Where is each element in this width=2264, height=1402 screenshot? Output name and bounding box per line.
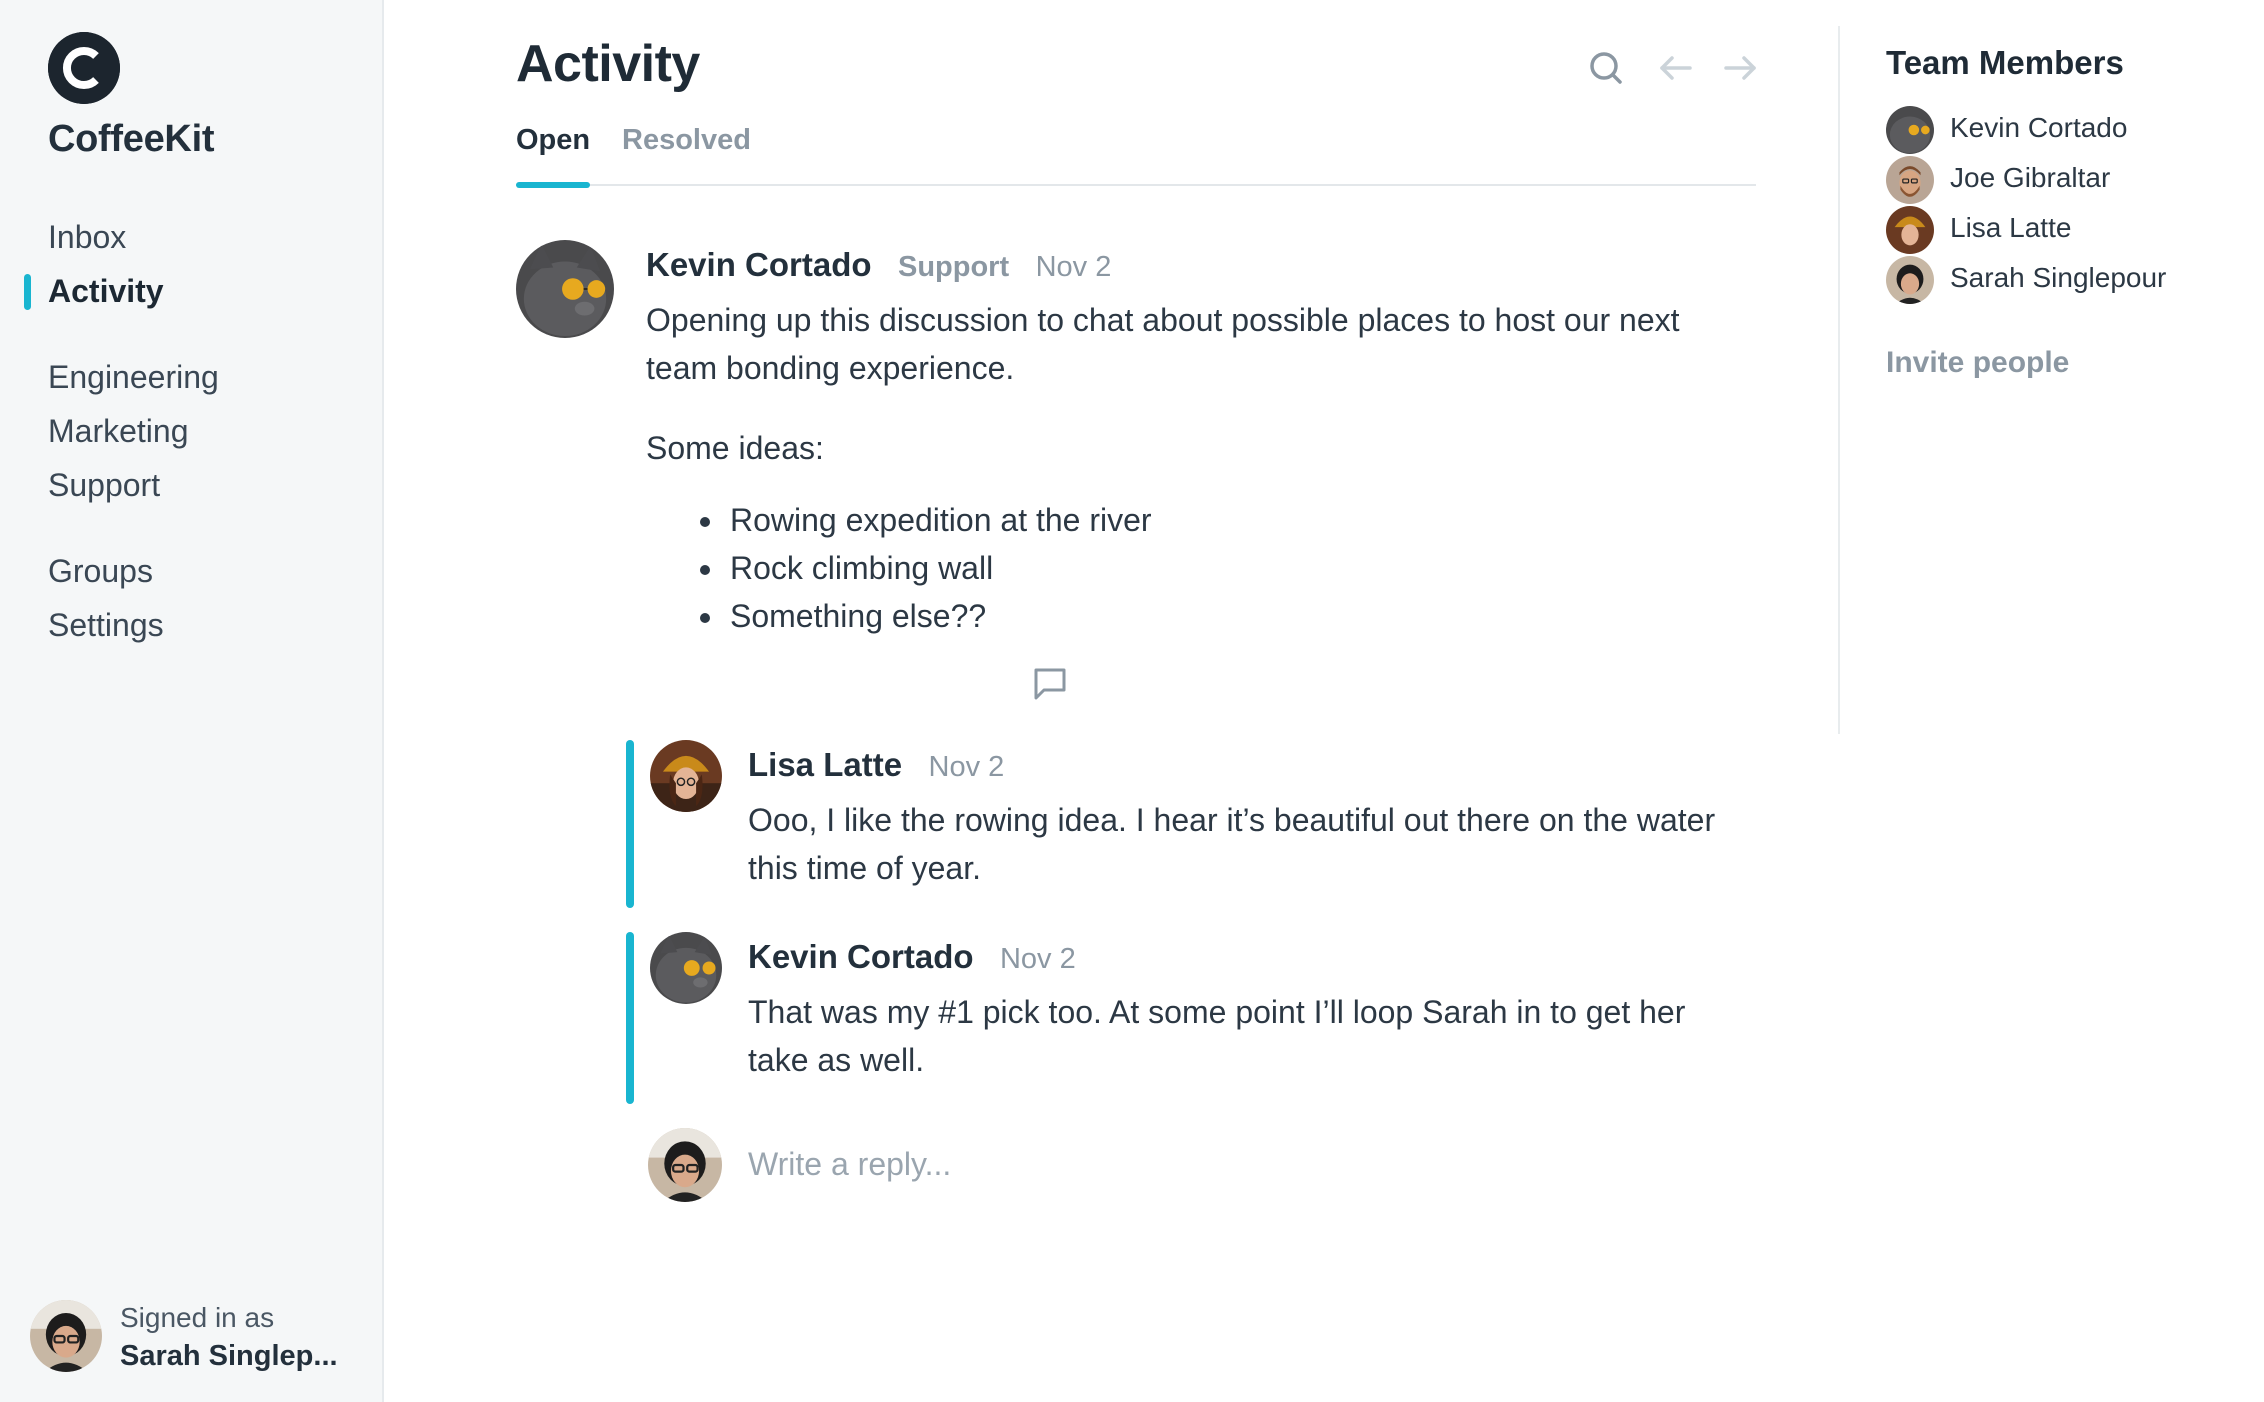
arrow-left-icon[interactable] xyxy=(1654,46,1698,90)
signed-in-name: Sarah Singlep... xyxy=(120,1340,338,1372)
sidebar-item-engineering[interactable]: Engineering xyxy=(0,350,384,404)
member-item[interactable]: Joe Gibraltar xyxy=(1886,154,2256,204)
tab-open[interactable]: Open xyxy=(516,124,591,188)
list-item: Something else?? xyxy=(726,592,1756,640)
reply-input[interactable] xyxy=(748,1138,1648,1190)
sidebar-item-activity[interactable]: Activity xyxy=(0,264,384,318)
brand-name[interactable]: CoffeeKit xyxy=(48,118,214,161)
avatar-sarah xyxy=(1886,256,1934,304)
avatar-joe xyxy=(1886,156,1934,204)
reply-date: Nov 2 xyxy=(999,943,1076,975)
sidebar-item-support[interactable]: Support xyxy=(0,458,384,512)
arrow-right-icon[interactable] xyxy=(1718,46,1762,90)
reply-header: Lisa Latte Nov 2 xyxy=(748,746,1026,784)
signed-in-caption: Signed in as xyxy=(120,1302,275,1333)
panel-divider xyxy=(1838,26,1840,734)
avatar-sarah xyxy=(30,1300,102,1372)
team-members-title: Team Members xyxy=(1886,44,2124,81)
thread-bar xyxy=(626,740,634,908)
avatar-lisa[interactable] xyxy=(650,740,722,812)
sidebar-item-inbox[interactable]: Inbox xyxy=(0,210,384,264)
member-item[interactable]: Lisa Latte xyxy=(1886,204,2256,254)
member-item[interactable]: Sarah Singlepour xyxy=(1886,254,2256,304)
member-name: Sarah Singlepour xyxy=(1950,262,2167,293)
avatar-kevin xyxy=(1886,106,1934,154)
list-item: Rock climbing wall xyxy=(726,544,1756,592)
sidebar-item-groups[interactable]: Groups xyxy=(0,544,384,598)
app-window: CoffeeKit Inbox Activity Engineering Mar… xyxy=(0,0,2264,1402)
post-paragraph: Opening up this discussion to chat about… xyxy=(646,302,1680,386)
post-paragraph: Some ideas: xyxy=(646,430,824,466)
reply-text: That was my #1 pick too. At some point I… xyxy=(748,994,1686,1078)
search-icon[interactable] xyxy=(1584,46,1628,90)
reply-date: Nov 2 xyxy=(928,751,1005,783)
reply-author[interactable]: Kevin Cortado xyxy=(748,938,974,975)
post-body: Opening up this discussion to chat about… xyxy=(646,296,1756,640)
reply-item: Kevin Cortado Nov 2 That was my #1 pick … xyxy=(626,932,1756,1104)
avatar-kevin[interactable] xyxy=(650,932,722,1004)
tab-bar: Open Resolved xyxy=(516,120,1756,188)
member-item[interactable]: Kevin Cortado xyxy=(1886,104,2256,154)
page-title: Activity xyxy=(516,35,700,93)
avatar-kevin[interactable] xyxy=(516,240,614,338)
main-content: Activity Open Resolved Kevin Cortado Sup… xyxy=(384,0,1824,1402)
sidebar-nav-misc: Groups Settings xyxy=(0,544,384,652)
reply-text: Ooo, I like the rowing idea. I hear it’s… xyxy=(748,802,1716,886)
signed-in-user[interactable]: Signed in as Sarah Singlep... xyxy=(30,1298,370,1374)
comment-icon[interactable] xyxy=(1030,664,1070,704)
avatar-sarah xyxy=(648,1128,722,1202)
member-name: Joe Gibraltar xyxy=(1950,162,2111,193)
member-name: Kevin Cortado xyxy=(1950,112,2128,143)
reply-header: Kevin Cortado Nov 2 xyxy=(748,938,1098,976)
post-author[interactable]: Kevin Cortado xyxy=(646,246,872,283)
sidebar-item-marketing[interactable]: Marketing xyxy=(0,404,384,458)
coffeekit-logo-icon[interactable] xyxy=(48,32,120,104)
sidebar-nav-teams: Engineering Marketing Support xyxy=(0,350,384,512)
reply-item: Lisa Latte Nov 2 Ooo, I like the rowing … xyxy=(626,740,1756,908)
list-item: Rowing expedition at the river xyxy=(726,496,1756,544)
sidebar-nav-primary: Inbox Activity xyxy=(0,210,384,318)
sidebar: CoffeeKit Inbox Activity Engineering Mar… xyxy=(0,0,384,1402)
sidebar-item-settings[interactable]: Settings xyxy=(0,598,384,652)
post-team-tag[interactable]: Support xyxy=(898,251,1009,283)
reply-composer xyxy=(648,1128,1748,1204)
invite-people-link[interactable]: Invite people xyxy=(1886,346,2069,380)
post-header: Kevin Cortado Support Nov 2 xyxy=(646,246,1133,284)
member-name: Lisa Latte xyxy=(1950,212,2072,243)
reply-author[interactable]: Lisa Latte xyxy=(748,746,902,783)
post-date: Nov 2 xyxy=(1035,251,1112,283)
thread-bar xyxy=(626,932,634,1104)
tab-resolved[interactable]: Resolved xyxy=(622,124,751,182)
ideas-list: Rowing expedition at the river Rock clim… xyxy=(726,496,1756,640)
avatar-lisa xyxy=(1886,206,1934,254)
